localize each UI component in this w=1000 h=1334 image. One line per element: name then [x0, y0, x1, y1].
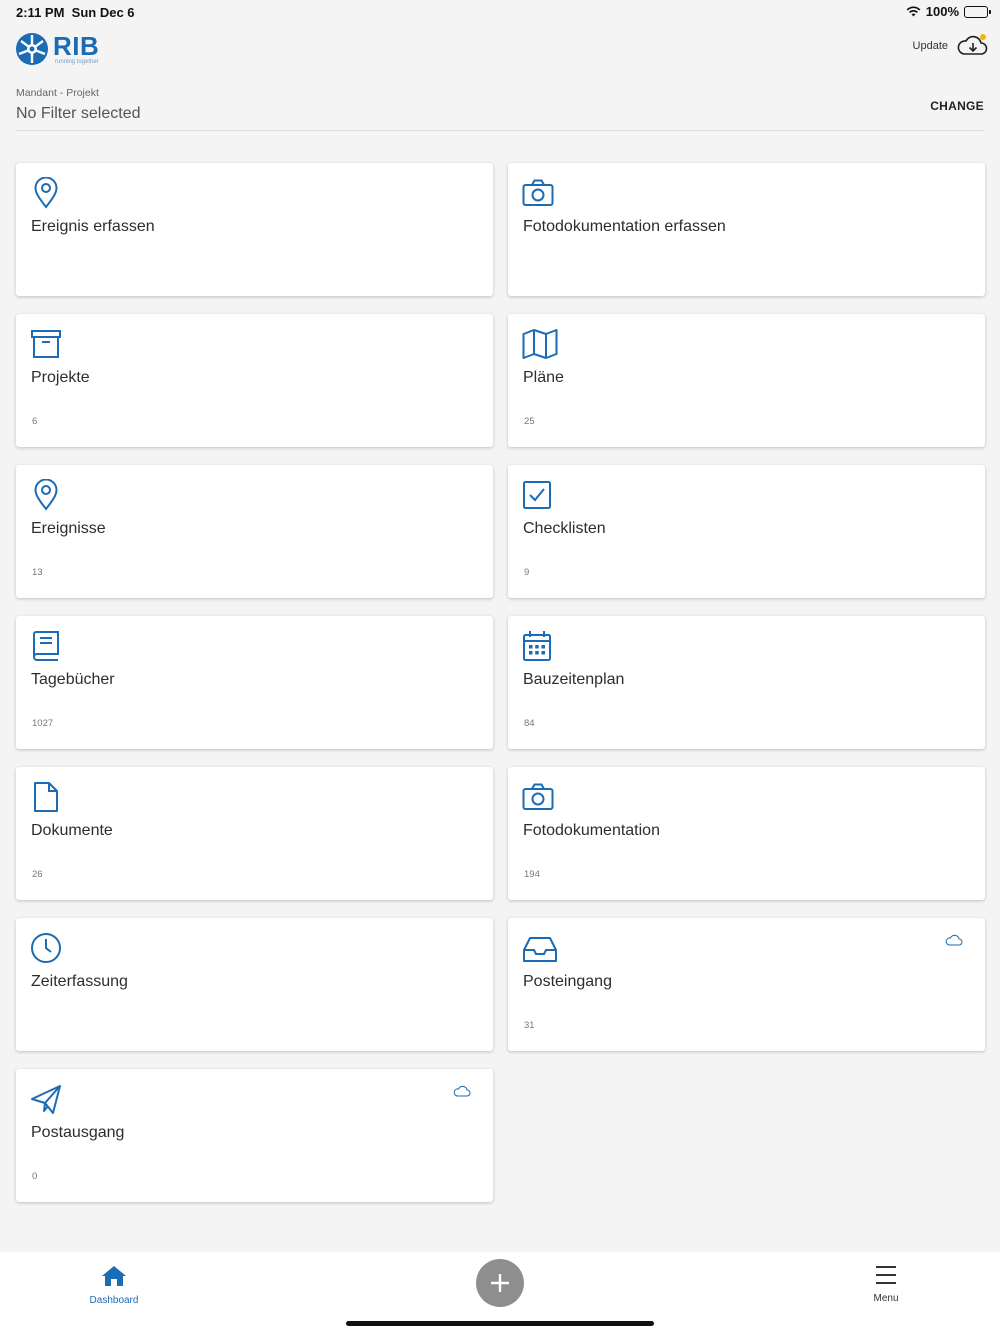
home-icon: [102, 1266, 126, 1286]
update-notification-dot: [980, 34, 986, 40]
tile-count: 6: [32, 416, 38, 427]
location-pin-icon: [34, 177, 58, 209]
tile-title: Posteingang: [523, 973, 612, 990]
tile-title: Checklisten: [523, 520, 606, 537]
logo-tagline: running together: [55, 59, 99, 65]
camera-icon: [522, 179, 554, 206]
calendar-icon: [523, 631, 551, 661]
rib-logo-icon: [16, 33, 48, 65]
nav-dashboard-label: Dashboard: [89, 1295, 139, 1306]
location-pin-icon: [34, 479, 58, 511]
document-icon: [34, 782, 58, 812]
tile-count: 84: [524, 718, 535, 729]
tile-title: Fotodokumentation erfassen: [523, 218, 726, 235]
tile-title: Tagebücher: [31, 671, 115, 688]
tile-title: Pläne: [523, 369, 564, 386]
nav-menu-label: Menu: [873, 1293, 899, 1304]
tile-title: Bauzeitenplan: [523, 671, 625, 688]
tile-count: 26: [32, 869, 43, 880]
nav-menu[interactable]: Menu: [856, 1264, 916, 1304]
tile-fotodokumentation[interactable]: Fotodokumentation 194: [508, 767, 985, 900]
tile-title: Dokumente: [31, 822, 113, 839]
home-indicator: [346, 1321, 654, 1326]
update-label: Update: [912, 40, 948, 52]
checkbox-icon: [523, 481, 551, 509]
tile-projekte[interactable]: Projekte 6: [16, 314, 493, 447]
status-bar: 2:11 PM Sun Dec 6 100%: [0, 0, 1000, 24]
battery-percent: 100%: [925, 4, 959, 19]
add-button[interactable]: [476, 1259, 524, 1307]
update-button[interactable]: Update: [913, 34, 988, 58]
tile-count: 1027: [32, 718, 54, 729]
battery-icon: [964, 5, 991, 18]
tile-count: 0: [32, 1171, 38, 1182]
nav-dashboard[interactable]: Dashboard: [84, 1264, 144, 1306]
logo-text: RIB: [53, 31, 100, 61]
tile-title: Ereignis erfassen: [31, 218, 155, 235]
tile-title: Zeiterfassung: [31, 973, 128, 990]
tile-title: Ereignisse: [31, 520, 106, 537]
header: RIB running together Update Mandant - Pr…: [0, 24, 1000, 134]
rib-logo: RIB running together: [15, 32, 99, 66]
cloud-icon: [453, 1085, 471, 1097]
wifi-icon: [906, 6, 921, 17]
tile-count: 25: [524, 416, 535, 427]
tile-fotodokumentation-erfassen[interactable]: Fotodokumentation erfassen: [508, 163, 985, 296]
tile-posteingang[interactable]: Posteingang 31: [508, 918, 985, 1051]
tile-postausgang[interactable]: Postausgang 0: [16, 1069, 493, 1202]
change-filter-button[interactable]: CHANGE: [930, 99, 984, 113]
tile-title: Postausgang: [31, 1124, 125, 1141]
hamburger-menu-icon: [876, 1266, 896, 1284]
tile-title: Fotodokumentation: [523, 822, 660, 839]
camera-icon: [522, 783, 554, 810]
archive-box-icon: [31, 330, 61, 358]
tile-dokumente[interactable]: Dokumente 26: [16, 767, 493, 900]
clock-icon: [31, 933, 61, 963]
tile-ereignisse[interactable]: Ereignisse 13: [16, 465, 493, 598]
paper-plane-icon: [31, 1085, 61, 1114]
tile-checklisten[interactable]: Checklisten 9: [508, 465, 985, 598]
filter-value[interactable]: No Filter selected: [16, 105, 141, 123]
plus-icon: [491, 1274, 509, 1292]
inbox-icon: [523, 937, 557, 962]
filter-label: Mandant - Projekt: [16, 87, 99, 99]
tile-plaene[interactable]: Pläne 25: [508, 314, 985, 447]
status-indicators: 100%: [906, 4, 991, 19]
status-time: 2:11 PM Sun Dec 6: [16, 5, 135, 20]
tile-ereignis-erfassen[interactable]: Ereignis erfassen: [16, 163, 493, 296]
filter-divider: [16, 130, 984, 131]
tile-count: 194: [524, 869, 540, 880]
tile-count: 13: [32, 567, 43, 578]
tile-count: 31: [524, 1020, 535, 1031]
tile-count: 9: [524, 567, 530, 578]
tile-tagebuecher[interactable]: Tagebücher 1027: [16, 616, 493, 749]
book-icon: [32, 631, 59, 661]
cloud-icon: [945, 934, 963, 946]
map-icon: [522, 329, 558, 359]
tile-bauzeitenplan[interactable]: Bauzeitenplan 84: [508, 616, 985, 749]
tile-zeiterfassung[interactable]: Zeiterfassung: [16, 918, 493, 1051]
tile-title: Projekte: [31, 369, 90, 386]
